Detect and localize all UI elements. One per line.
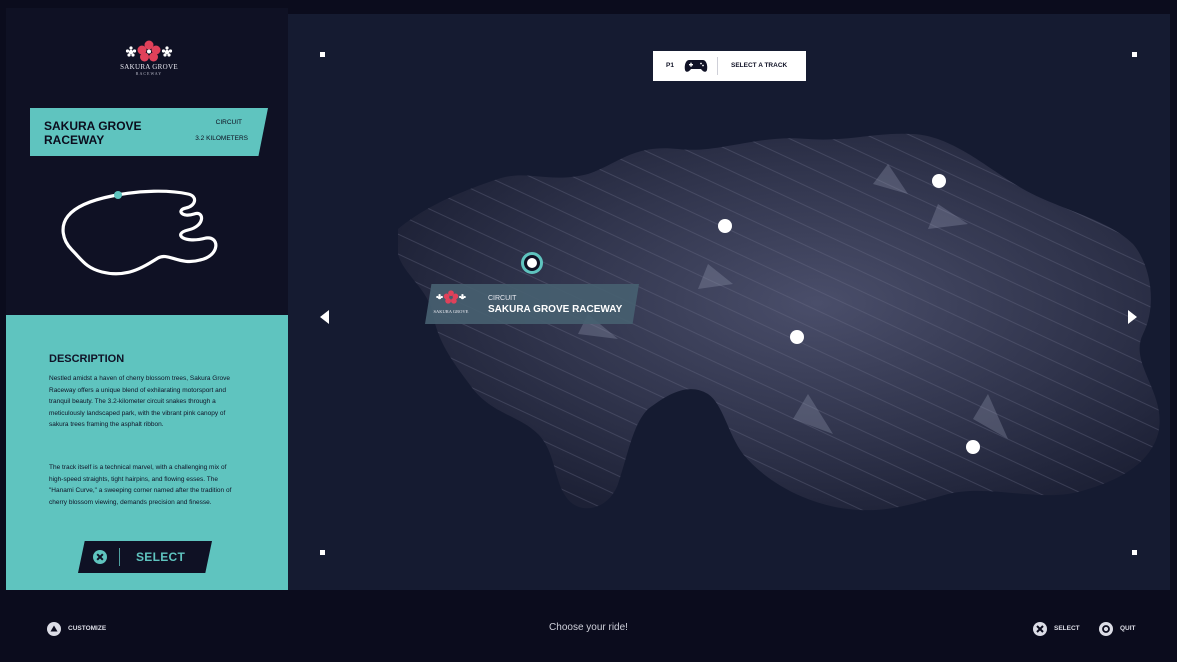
description-paragraph-2: The track itself is a technical marvel, … <box>49 464 232 506</box>
hint-text: Choose your ride! <box>549 622 628 633</box>
track-map[interactable]: P1 SELECT A TRACK SAKURA GROVE CIRCUIT S… <box>288 14 1170 590</box>
logo-subtitle: RACEWAY <box>135 71 163 76</box>
select-button-label: SELECT <box>136 550 186 564</box>
sakura-grove-logo: SAKURA GROVE RACEWAY <box>111 40 187 76</box>
player-status-bar: P1 SELECT A TRACK <box>653 51 806 81</box>
track-marker-sakura-grove-selected[interactable] <box>521 252 543 274</box>
track-length: 3.2 KILOMETERS <box>195 135 248 142</box>
track-marker[interactable] <box>966 440 980 454</box>
next-arrow-icon[interactable] <box>1127 310 1137 324</box>
track-marker[interactable] <box>932 174 946 188</box>
track-info-card: SAKURA GROVE RACEWAY CIRCUIT 3.2 KILOMET… <box>30 108 268 156</box>
cherry-blossom-icon <box>125 40 173 62</box>
frame-corner-bottom-left <box>320 550 325 555</box>
track-type: CIRCUIT <box>215 119 242 126</box>
frame-corner-bottom-right <box>1132 550 1137 555</box>
select-control-label: SELECT <box>1054 625 1080 632</box>
circle-button-icon <box>1099 622 1113 636</box>
track-marker[interactable] <box>718 219 732 233</box>
gamepad-icon <box>684 60 708 72</box>
description-paragraph-1: Nestled amidst a haven of cherry blossom… <box>49 375 230 428</box>
cherry-blossom-icon <box>436 290 466 304</box>
cross-icon <box>93 550 107 564</box>
left-panel: SAKURA GROVE RACEWAY SAKURA GROVE RACEWA… <box>6 8 288 590</box>
tooltip-track-type: CIRCUIT <box>488 295 517 302</box>
tooltip-track-name: SAKURA GROVE RACEWAY <box>488 304 623 315</box>
track-marker[interactable] <box>790 330 804 344</box>
logo-name: SAKURA GROVE <box>120 63 178 71</box>
select-track-button[interactable]: SELECT <box>78 541 212 573</box>
mini-logo: SAKURA GROVE <box>432 290 470 314</box>
terrain-map <box>288 14 1170 590</box>
bottom-control-bar: CUSTOMIZE Choose your ride! SELECT QUIT <box>0 590 1177 662</box>
button-divider <box>119 548 120 566</box>
description-title: DESCRIPTION <box>49 353 125 365</box>
quit-control-label: QUIT <box>1120 625 1136 632</box>
track-layout-outline <box>61 189 218 276</box>
player-bar-divider <box>717 57 718 75</box>
select-track-title: SELECT A TRACK <box>731 62 788 69</box>
mini-logo-name: SAKURA GROVE <box>433 309 469 314</box>
selected-track-tooltip: SAKURA GROVE CIRCUIT SAKURA GROVE RACEWA… <box>425 284 639 324</box>
track-name: SAKURA GROVE RACEWAY <box>44 119 142 147</box>
frame-corner-top-right <box>1132 52 1137 57</box>
cross-button-icon <box>1033 622 1047 636</box>
previous-arrow-icon[interactable] <box>320 310 330 324</box>
frame-corner-top-left <box>320 52 325 57</box>
player-label: P1 <box>666 62 674 69</box>
description-panel: DESCRIPTION Nestled amidst a haven of ch… <box>6 315 288 590</box>
